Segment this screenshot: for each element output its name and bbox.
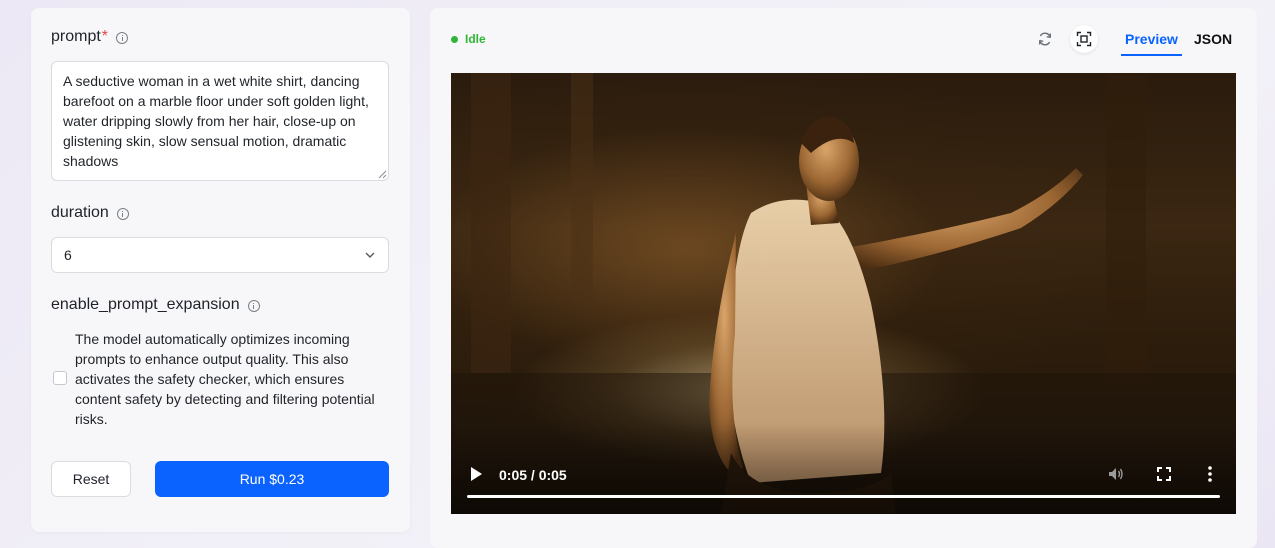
duration-label-row: duration (51, 204, 129, 222)
duration-label: duration (51, 204, 109, 221)
refresh-icon (1038, 32, 1052, 46)
required-marker: * (101, 28, 109, 45)
input-form-panel: prompt * A seductive woman in a wet white… (31, 8, 410, 532)
run-button[interactable]: Run $0.23 (155, 461, 389, 497)
expansion-checkbox[interactable] (53, 371, 67, 385)
expansion-label: enable_prompt_expansion (51, 296, 240, 313)
tab-json[interactable]: JSON (1194, 31, 1232, 47)
prompt-info-icon[interactable] (116, 32, 129, 44)
fullscreen-icon[interactable] (1156, 466, 1172, 482)
refresh-button[interactable] (1031, 25, 1059, 53)
volume-icon[interactable] (1107, 465, 1125, 483)
prompt-label: prompt (51, 28, 101, 45)
status-indicator: Idle (451, 32, 486, 46)
prompt-textarea[interactable]: A seductive woman in a wet white shirt, … (51, 61, 389, 181)
video-controls: 0:05 / 0:05 (451, 454, 1236, 514)
status-text: Idle (465, 32, 486, 46)
reset-button[interactable]: Reset (51, 461, 131, 497)
video-player[interactable]: 0:05 / 0:05 (451, 73, 1236, 514)
expansion-label-row: enable_prompt_expansion (51, 296, 260, 314)
duration-select[interactable]: 6 (51, 237, 389, 273)
preview-panel: Idle Preview JSON 0:05 / 0:05 (430, 8, 1257, 548)
fit-screen-icon (1076, 31, 1092, 47)
video-time: 0:05 / 0:05 (499, 467, 567, 483)
status-dot-icon (451, 35, 458, 43)
video-progress-bar[interactable] (467, 495, 1220, 498)
duration-info-icon[interactable] (116, 208, 129, 220)
fit-screen-button[interactable] (1070, 25, 1098, 53)
more-vertical-icon[interactable] (1207, 465, 1213, 483)
expansion-description: The model automatically optimizes incomi… (75, 331, 375, 427)
active-tab-indicator (1121, 54, 1182, 56)
tab-preview[interactable]: Preview (1125, 31, 1178, 47)
chevron-down-icon (365, 252, 375, 258)
duration-value: 6 (64, 247, 72, 263)
resize-grip-icon[interactable] (378, 170, 387, 179)
prompt-label-row: prompt * (51, 28, 129, 46)
expansion-info-icon[interactable] (247, 300, 260, 312)
play-icon[interactable] (469, 466, 483, 482)
